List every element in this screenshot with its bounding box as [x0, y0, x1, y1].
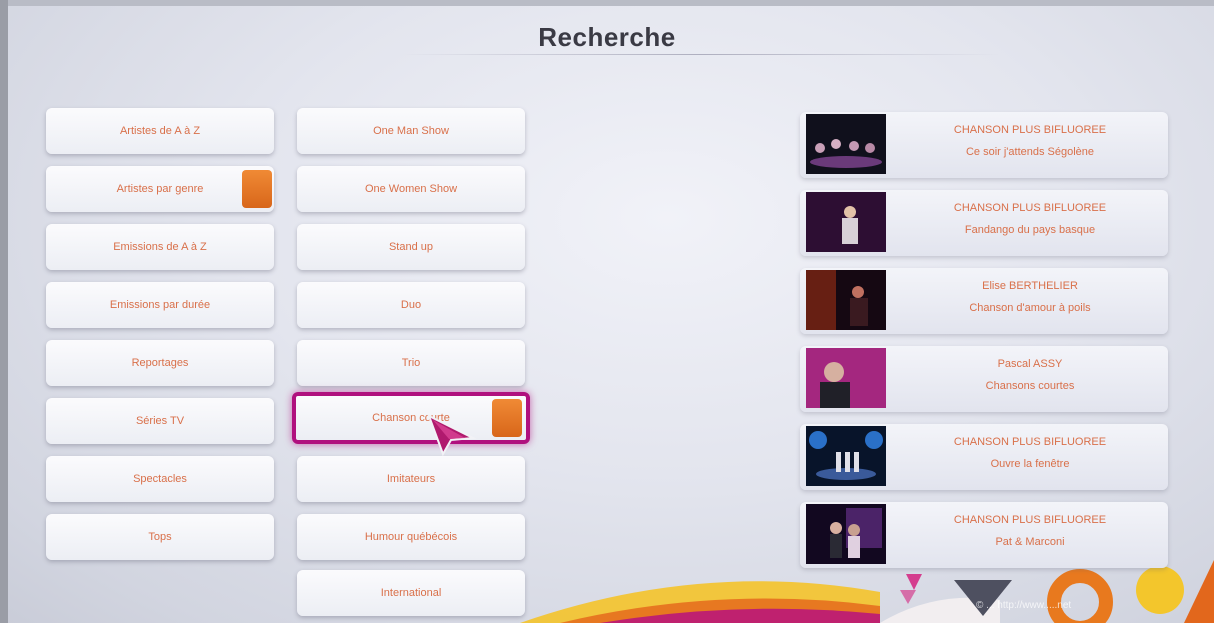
menu-label: Humour québécois	[364, 531, 458, 543]
menu-duo[interactable]: Duo	[297, 282, 525, 328]
video-thumbnail	[806, 192, 886, 252]
menu-reportages[interactable]: Reportages	[46, 340, 274, 386]
menu-label: One Women Show	[364, 183, 458, 195]
pointer-cursor-icon	[427, 413, 477, 456]
menu-humour-quebecois[interactable]: Humour québécois	[297, 514, 525, 560]
menu-stand-up[interactable]: Stand up	[297, 224, 525, 270]
result-title: Ce soir j'attends Ségolène	[965, 146, 1095, 158]
stage-image	[806, 348, 886, 408]
submenu-tag	[242, 170, 272, 208]
result-artist: Elise BERTHELIER	[982, 280, 1078, 292]
menu-label: Stand up	[388, 241, 434, 253]
result-artist: CHANSON PLUS BIFLUOREE	[953, 514, 1107, 526]
stage-image	[806, 114, 886, 174]
result-title: Ouvre la fenêtre	[990, 458, 1070, 470]
menu-tops[interactable]: Tops	[46, 514, 274, 560]
result-title: Chanson d'amour à poils	[969, 302, 1091, 314]
menu-emissions-par-duree[interactable]: Emissions par durée	[46, 282, 274, 328]
result-title: Pat & Marconi	[995, 536, 1065, 548]
menu-artistes-a-z[interactable]: Artistes de A à Z	[46, 108, 274, 154]
tv-screen: Recherche Artistes de A à Z Artistes par…	[0, 0, 1214, 623]
menu-label: Trio	[401, 357, 421, 369]
menu-imitateurs[interactable]: Imitateurs	[297, 456, 525, 502]
menu-label: Emissions par durée	[109, 299, 211, 311]
result-item[interactable]: Pascal ASSY Chansons courtes	[800, 346, 1168, 412]
menu-label: Tops	[148, 531, 172, 543]
result-item[interactable]: CHANSON PLUS BIFLUOREE Fandango du pays …	[800, 190, 1168, 256]
menu-label: Spectacles	[133, 473, 187, 485]
menu-label: International	[380, 587, 442, 599]
menu-trio[interactable]: Trio	[297, 340, 525, 386]
video-thumbnail	[806, 270, 886, 330]
menu-international[interactable]: International	[297, 570, 525, 616]
result-title: Fandango du pays basque	[964, 224, 1096, 236]
menu-label: Artistes de A à Z	[119, 125, 201, 137]
menu-spectacles[interactable]: Spectacles	[46, 456, 274, 502]
video-thumbnail	[806, 504, 886, 564]
submenu-tag	[492, 399, 522, 437]
stage-image	[806, 504, 886, 564]
result-item[interactable]: CHANSON PLUS BIFLUOREE Ouvre la fenêtre	[800, 424, 1168, 490]
menu-label: Duo	[400, 299, 422, 311]
result-artist: Pascal ASSY	[997, 358, 1063, 370]
menu-label: Emissions de A à Z	[113, 241, 207, 253]
video-thumbnail	[806, 114, 886, 174]
stage-image	[806, 192, 886, 252]
result-item[interactable]: CHANSON PLUS BIFLUOREE Ce soir j'attends…	[800, 112, 1168, 178]
video-thumbnail	[806, 426, 886, 486]
result-artist: CHANSON PLUS BIFLUOREE	[953, 202, 1107, 214]
menu-series-tv[interactable]: Séries TV	[46, 398, 274, 444]
menu-label: Artistes par genre	[116, 183, 204, 195]
menu-label: Reportages	[131, 357, 189, 369]
menu-emissions-a-z[interactable]: Emissions de A à Z	[46, 224, 274, 270]
menu-one-man-show[interactable]: One Man Show	[297, 108, 525, 154]
menu-one-women-show[interactable]: One Women Show	[297, 166, 525, 212]
result-item[interactable]: CHANSON PLUS BIFLUOREE Pat & Marconi	[800, 502, 1168, 568]
video-thumbnail	[806, 348, 886, 408]
menu-artistes-par-genre[interactable]: Artistes par genre	[46, 166, 274, 212]
result-item[interactable]: Elise BERTHELIER Chanson d'amour à poils	[800, 268, 1168, 334]
result-artist: CHANSON PLUS BIFLUOREE	[953, 124, 1107, 136]
menu-label: One Man Show	[373, 125, 449, 137]
result-artist: CHANSON PLUS BIFLUOREE	[953, 436, 1107, 448]
stage-image	[806, 426, 886, 486]
watermark: © ... http://www.....net	[976, 600, 1072, 611]
menu-chanson-courte[interactable]: Chanson courte	[292, 392, 530, 444]
result-title: Chansons courtes	[985, 380, 1075, 392]
menu-label: Imitateurs	[386, 473, 436, 485]
menu-label: Séries TV	[135, 415, 185, 427]
stage-image	[806, 270, 886, 330]
